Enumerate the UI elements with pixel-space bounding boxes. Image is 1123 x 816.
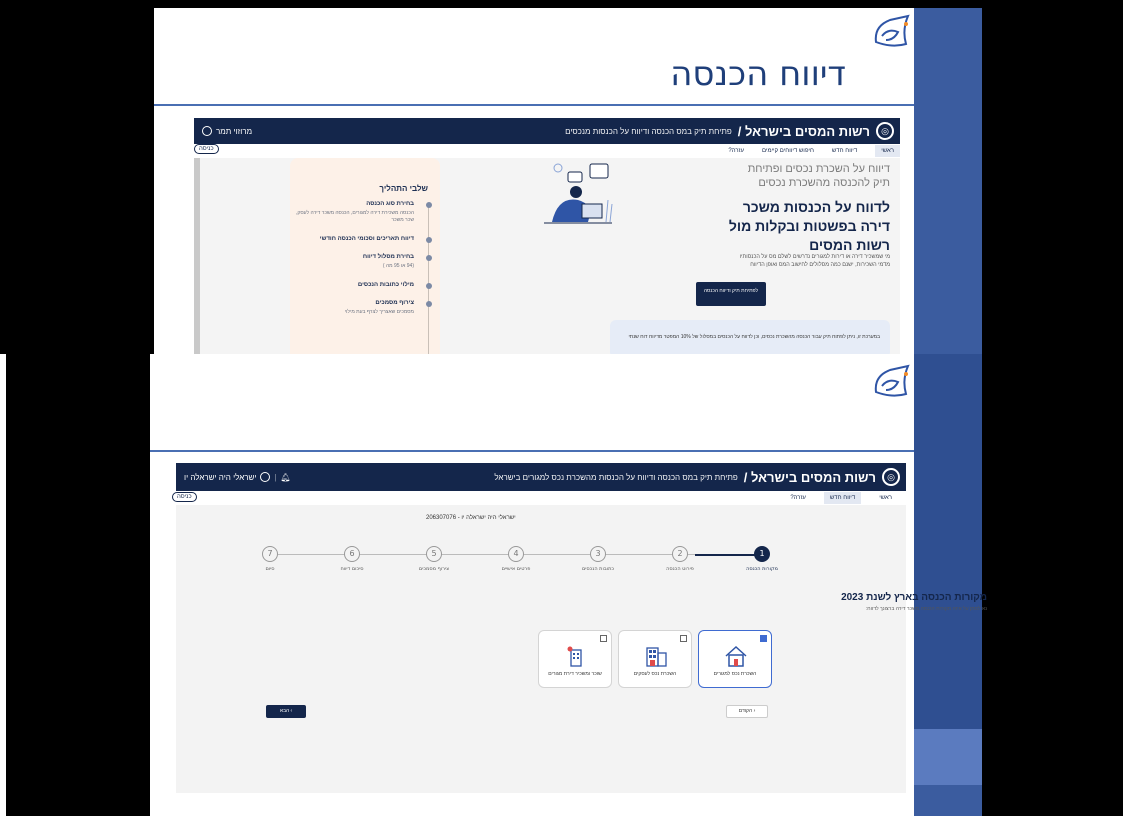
card-label: שוכר ומשכיר דירת מגורים [548, 671, 602, 677]
step-dot [426, 255, 432, 261]
user-icon [202, 126, 212, 136]
section-subheading: נא לסמן על איזה מקורות הכנסה משכר דירה ב… [865, 606, 987, 612]
step-label: סיכום דיווח [340, 566, 364, 572]
steps-timeline [428, 204, 429, 354]
step-title: בחירת מסלול דיווח [362, 254, 414, 260]
step-title: בחירת סוג הכנסה [366, 201, 414, 207]
user-menu[interactable]: 🔔︎ | ישראלי היה ישראלה יו [184, 472, 291, 482]
app-header: ◎ רשות המסים בישראל / פתיחת תיק במס הכנס… [194, 118, 900, 144]
slide-title: דיווח הכנסה [670, 54, 846, 94]
tax-authority-seal-icon: ◎ [882, 468, 900, 486]
step-label: צירוף מסמכים [418, 566, 450, 572]
hero-description: מי שמשכיר דירה או דירות למגורים נדרשים ל… [739, 254, 890, 269]
login-button[interactable]: כניסה [194, 144, 219, 154]
step-label: פירוט הכנסה [666, 566, 694, 572]
open-file-button[interactable]: לפתיחת תיק ודיווח הכנסה [696, 282, 766, 306]
slide-side-strip-light [914, 729, 982, 785]
step-node[interactable]: 7 [262, 546, 278, 562]
slide-side-strip-dark [914, 354, 982, 729]
step-node[interactable]: 4 [508, 546, 524, 562]
nav-search-reports[interactable]: חיפוש דיווחים קיימים [762, 148, 814, 154]
income-source-card-residential[interactable]: השכרת נכס למגורים [698, 630, 772, 688]
step-node[interactable]: 3 [590, 546, 606, 562]
next-button[interactable]: הבא ‹ [266, 705, 306, 718]
step-node[interactable]: 5 [426, 546, 442, 562]
hero-subtitle: דיווח על השכרת נכסים ופתיחת תיק להכנסה מ… [747, 163, 890, 190]
step-node[interactable]: 2 [672, 546, 688, 562]
user-menu[interactable]: מרוזוי תמר [202, 126, 252, 136]
card-label: השכרת נכס לעסקים [633, 671, 677, 677]
user-name: ישראלי היה ישראלה יו [184, 472, 257, 482]
checkbox[interactable] [600, 635, 607, 642]
nav-help[interactable]: עזרה? [728, 148, 744, 154]
step-desc: מסמכים שאצריך לצרף בעת מילוי [344, 309, 414, 315]
building-icon [646, 647, 667, 667]
slide-divider [154, 104, 914, 106]
main-nav: ראשי דיווח חדש חיפוש דיווחים קיימים עזרה… [210, 145, 900, 157]
step-title: מילוי כתובות הנכסים [357, 282, 414, 288]
hero-headline: לדווח על הכנסות משכר דירה בפשטות ובקלות … [728, 199, 890, 253]
step-label: פרטים אישיים [501, 566, 531, 572]
step-node[interactable]: 1 [754, 546, 770, 562]
nav-new-report[interactable]: דיווח חדש [823, 492, 862, 504]
income-source-card-business[interactable]: השכרת נכס לעסקים [618, 630, 692, 688]
prev-label: הקודם [738, 708, 753, 714]
step-label: סיום [265, 566, 275, 572]
app-header: ◎ רשות המסים בישראל / פתיחת תיק במס הכנס… [176, 463, 906, 491]
income-source-card-tenant[interactable]: שוכר ומשכיר דירת מגורים [538, 630, 612, 688]
taxpayer-id: 206307076 - ישראלי היה ישראלה יו [426, 515, 516, 521]
process-step: בחירת סוג הכנסה הכנסה משכירת דירה למגורי… [290, 201, 440, 224]
previous-button[interactable]: הקודם › [726, 705, 768, 718]
info-note: במערכת זו, ניתן לפתוח תיק עבור הכנסה מהש… [610, 320, 890, 354]
login-button[interactable]: כניסה [172, 492, 197, 502]
card-label: השכרת נכס למגורים [713, 671, 757, 677]
step-desc: (94 או 95 מה ) [382, 263, 414, 269]
user-name: מרוזוי תמר [216, 126, 253, 136]
wizard-stepper: 1 מקורות הכנסה 2 פירוט הכנסה 3 כתובות הנ… [258, 546, 778, 576]
tax-authority-logo-icon [872, 14, 912, 50]
nav-home[interactable]: ראשי [879, 495, 892, 501]
apartment-icon [567, 646, 582, 667]
process-steps-panel: שלבי התהליך בחירת סוג הכנסה הכנסה משכירת… [290, 158, 440, 354]
scrollbar[interactable] [194, 158, 200, 354]
hero-section: דיווח על השכרת נכסים ופתיחת תיק להכנסה מ… [494, 158, 898, 354]
process-step: צירוף מסמכים מסמכים שאצריך לצרף בעת מילו… [290, 300, 440, 316]
step-dot [426, 283, 432, 289]
tax-authority-seal-icon: ◎ [876, 122, 894, 140]
nav-home[interactable]: ראשי [875, 145, 900, 157]
checkbox[interactable] [680, 635, 687, 642]
landing-content: שלבי התהליך בחירת סוג הכנסה הכנסה משכירת… [194, 158, 900, 354]
person-laptop-illustration-icon [544, 163, 613, 224]
process-step: דיווח תאריכים וסכומי הכנסה חודשי [290, 236, 440, 243]
step-dot [426, 202, 432, 208]
bell-icon[interactable]: 🔔︎ [281, 473, 291, 482]
house-icon [725, 645, 747, 667]
slide-1: דיווח הכנסה ◎ רשות המסים בישראל / פתיחת … [154, 8, 914, 354]
next-label: הבא [279, 708, 290, 714]
checkbox[interactable] [760, 635, 767, 642]
main-nav: ראשי דיווח חדש עזרה? [176, 492, 906, 504]
step-title: צירוף מסמכים [375, 300, 414, 306]
step-label: כתובות הנכסים [581, 566, 615, 572]
step-label: מקורות הכנסה [746, 566, 778, 572]
step-dot [426, 237, 432, 243]
process-step: מילוי כתובות הנכסים [290, 282, 440, 289]
user-icon [260, 472, 271, 482]
step-node[interactable]: 6 [344, 546, 360, 562]
nav-new-report[interactable]: דיווח חדש [832, 148, 857, 154]
steps-title: שלבי התהליך [379, 184, 428, 193]
section-heading: מקורות הכנסה בארץ לשנת 2023 [841, 592, 987, 603]
nav-help[interactable]: עזרה? [790, 495, 806, 501]
step-desc: הכנסה משכירת דירה למגורים, הכנסה משכר די… [296, 210, 414, 223]
brand-title: רשות המסים בישראל / [737, 123, 870, 139]
brand-title: רשות המסים בישראל / [743, 469, 876, 485]
process-step: בחירת מסלול דיווח (94 או 95 מה ) [290, 254, 440, 270]
breadcrumb: פתיחת תיק במס הכנסה ודיווח על הכנסות מהש… [494, 472, 738, 482]
step-title: דיווח תאריכים וסכומי הכנסה חודשי [319, 236, 414, 242]
slide-divider [150, 450, 914, 452]
tax-authority-logo-icon [872, 364, 912, 400]
step-dot [426, 301, 432, 307]
slide-edge [0, 354, 6, 816]
breadcrumb: פתיחת תיק במס הכנסה ודיווח על הכנסות מנכ… [565, 126, 732, 136]
